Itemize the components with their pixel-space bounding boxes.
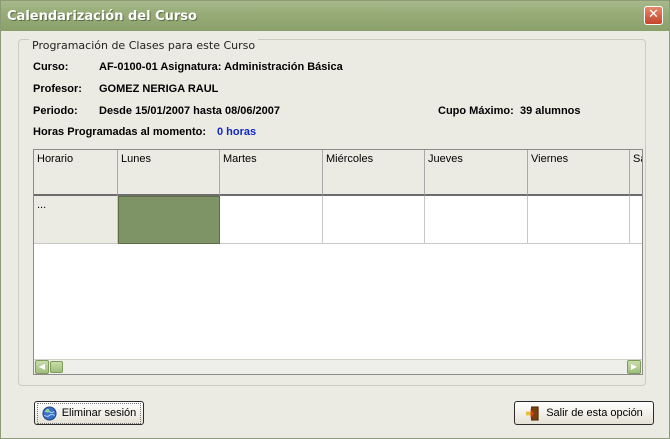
eliminar-button-focus: Eliminar sesión — [36, 402, 142, 424]
column-header-lunes[interactable]: Lunes — [118, 150, 220, 196]
column-header-jueves[interactable]: Jueves — [425, 150, 528, 196]
column-header-viernes[interactable]: Viernes — [528, 150, 630, 196]
horizontal-scrollbar[interactable]: ◀ ▶ — [34, 359, 642, 374]
profesor-value: GOMEZ NERIGA RAUL — [99, 83, 219, 95]
close-icon: ✕ — [648, 7, 659, 22]
arrow-right-icon: ▶ — [630, 362, 638, 371]
schedule-cell-sabado[interactable] — [630, 196, 642, 244]
horas-label: Horas Programadas al momento: — [33, 126, 206, 138]
title-bar[interactable]: Calendarización del Curso ✕ — [1, 1, 669, 31]
column-header-martes[interactable]: Martes — [220, 150, 323, 196]
cupo-value: 39 alumnos — [520, 105, 581, 117]
scroll-thumb[interactable] — [50, 361, 63, 373]
salir-opcion-button[interactable]: Salir de esta opción — [514, 401, 654, 425]
window-client: Programación de Clases para este Curso C… — [2, 31, 668, 438]
eliminar-label: Eliminar sesión — [61, 407, 137, 419]
schedule-grid[interactable]: Horario Lunes Martes Miércoles Jueves Vi… — [33, 149, 643, 375]
close-button[interactable]: ✕ — [644, 6, 663, 25]
schedule-cell-lunes-selected[interactable] — [118, 196, 220, 244]
row-horario-cell[interactable]: ... — [34, 196, 118, 244]
eliminar-sesion-button[interactable]: Eliminar sesión — [34, 401, 144, 425]
scroll-right-button[interactable]: ▶ — [627, 360, 641, 374]
column-header-horario[interactable]: Horario — [34, 150, 118, 196]
arrow-left-icon: ◀ — [38, 362, 46, 371]
schedule-cell-miercoles[interactable] — [323, 196, 425, 244]
schedule-cell-viernes[interactable] — [528, 196, 630, 244]
profesor-label: Profesor: — [33, 83, 82, 95]
window-title: Calendarización del Curso — [7, 9, 197, 24]
periodo-value: Desde 15/01/2007 hasta 08/06/2007 — [99, 105, 281, 117]
column-header-sabado[interactable]: Sá — [630, 150, 642, 196]
schedule-cell-martes[interactable] — [220, 196, 323, 244]
column-header-miercoles[interactable]: Miércoles — [323, 150, 425, 196]
globe-icon — [42, 405, 57, 421]
schedule-cell-jueves[interactable] — [425, 196, 528, 244]
horas-value: 0 horas — [217, 126, 257, 138]
scroll-left-button[interactable]: ◀ — [35, 360, 49, 374]
curso-label: Curso: — [33, 61, 69, 73]
exit-door-icon — [526, 405, 539, 421]
cupo-label: Cupo Máximo: — [438, 105, 514, 117]
periodo-label: Periodo: — [33, 105, 78, 117]
course-calendar-window: Calendarización del Curso ✕ Programación… — [0, 0, 670, 439]
salir-label: Salir de esta opción — [546, 407, 643, 419]
group-legend: Programación de Clases para este Curso — [29, 39, 259, 52]
curso-value: AF-0100-01 Asignatura: Administración Bá… — [99, 61, 343, 73]
